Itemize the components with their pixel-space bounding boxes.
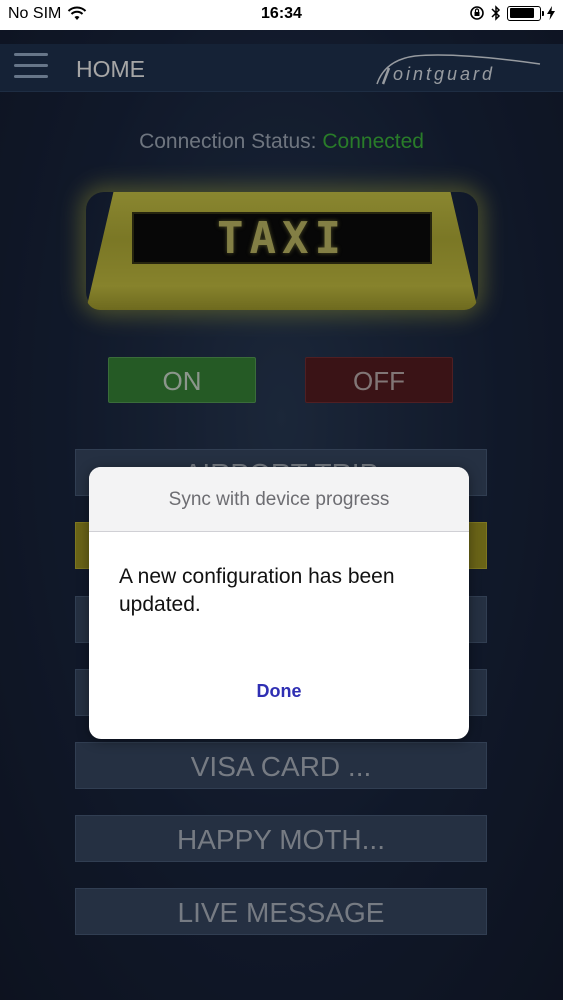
status-bar: No SIM 16:34: [0, 0, 563, 30]
dialog-title: Sync with device progress: [89, 467, 469, 532]
sync-dialog: Sync with device progress A new configur…: [89, 467, 469, 739]
dialog-message: A new configuration has been updated.: [119, 565, 395, 616]
done-button[interactable]: Done: [89, 681, 469, 702]
battery-level-fill: [509, 8, 535, 18]
charging-icon: [547, 6, 555, 20]
orientation-lock-icon: [470, 6, 484, 20]
battery-icon: [507, 5, 544, 21]
status-right: [469, 5, 555, 21]
bluetooth-icon: [491, 5, 501, 21]
